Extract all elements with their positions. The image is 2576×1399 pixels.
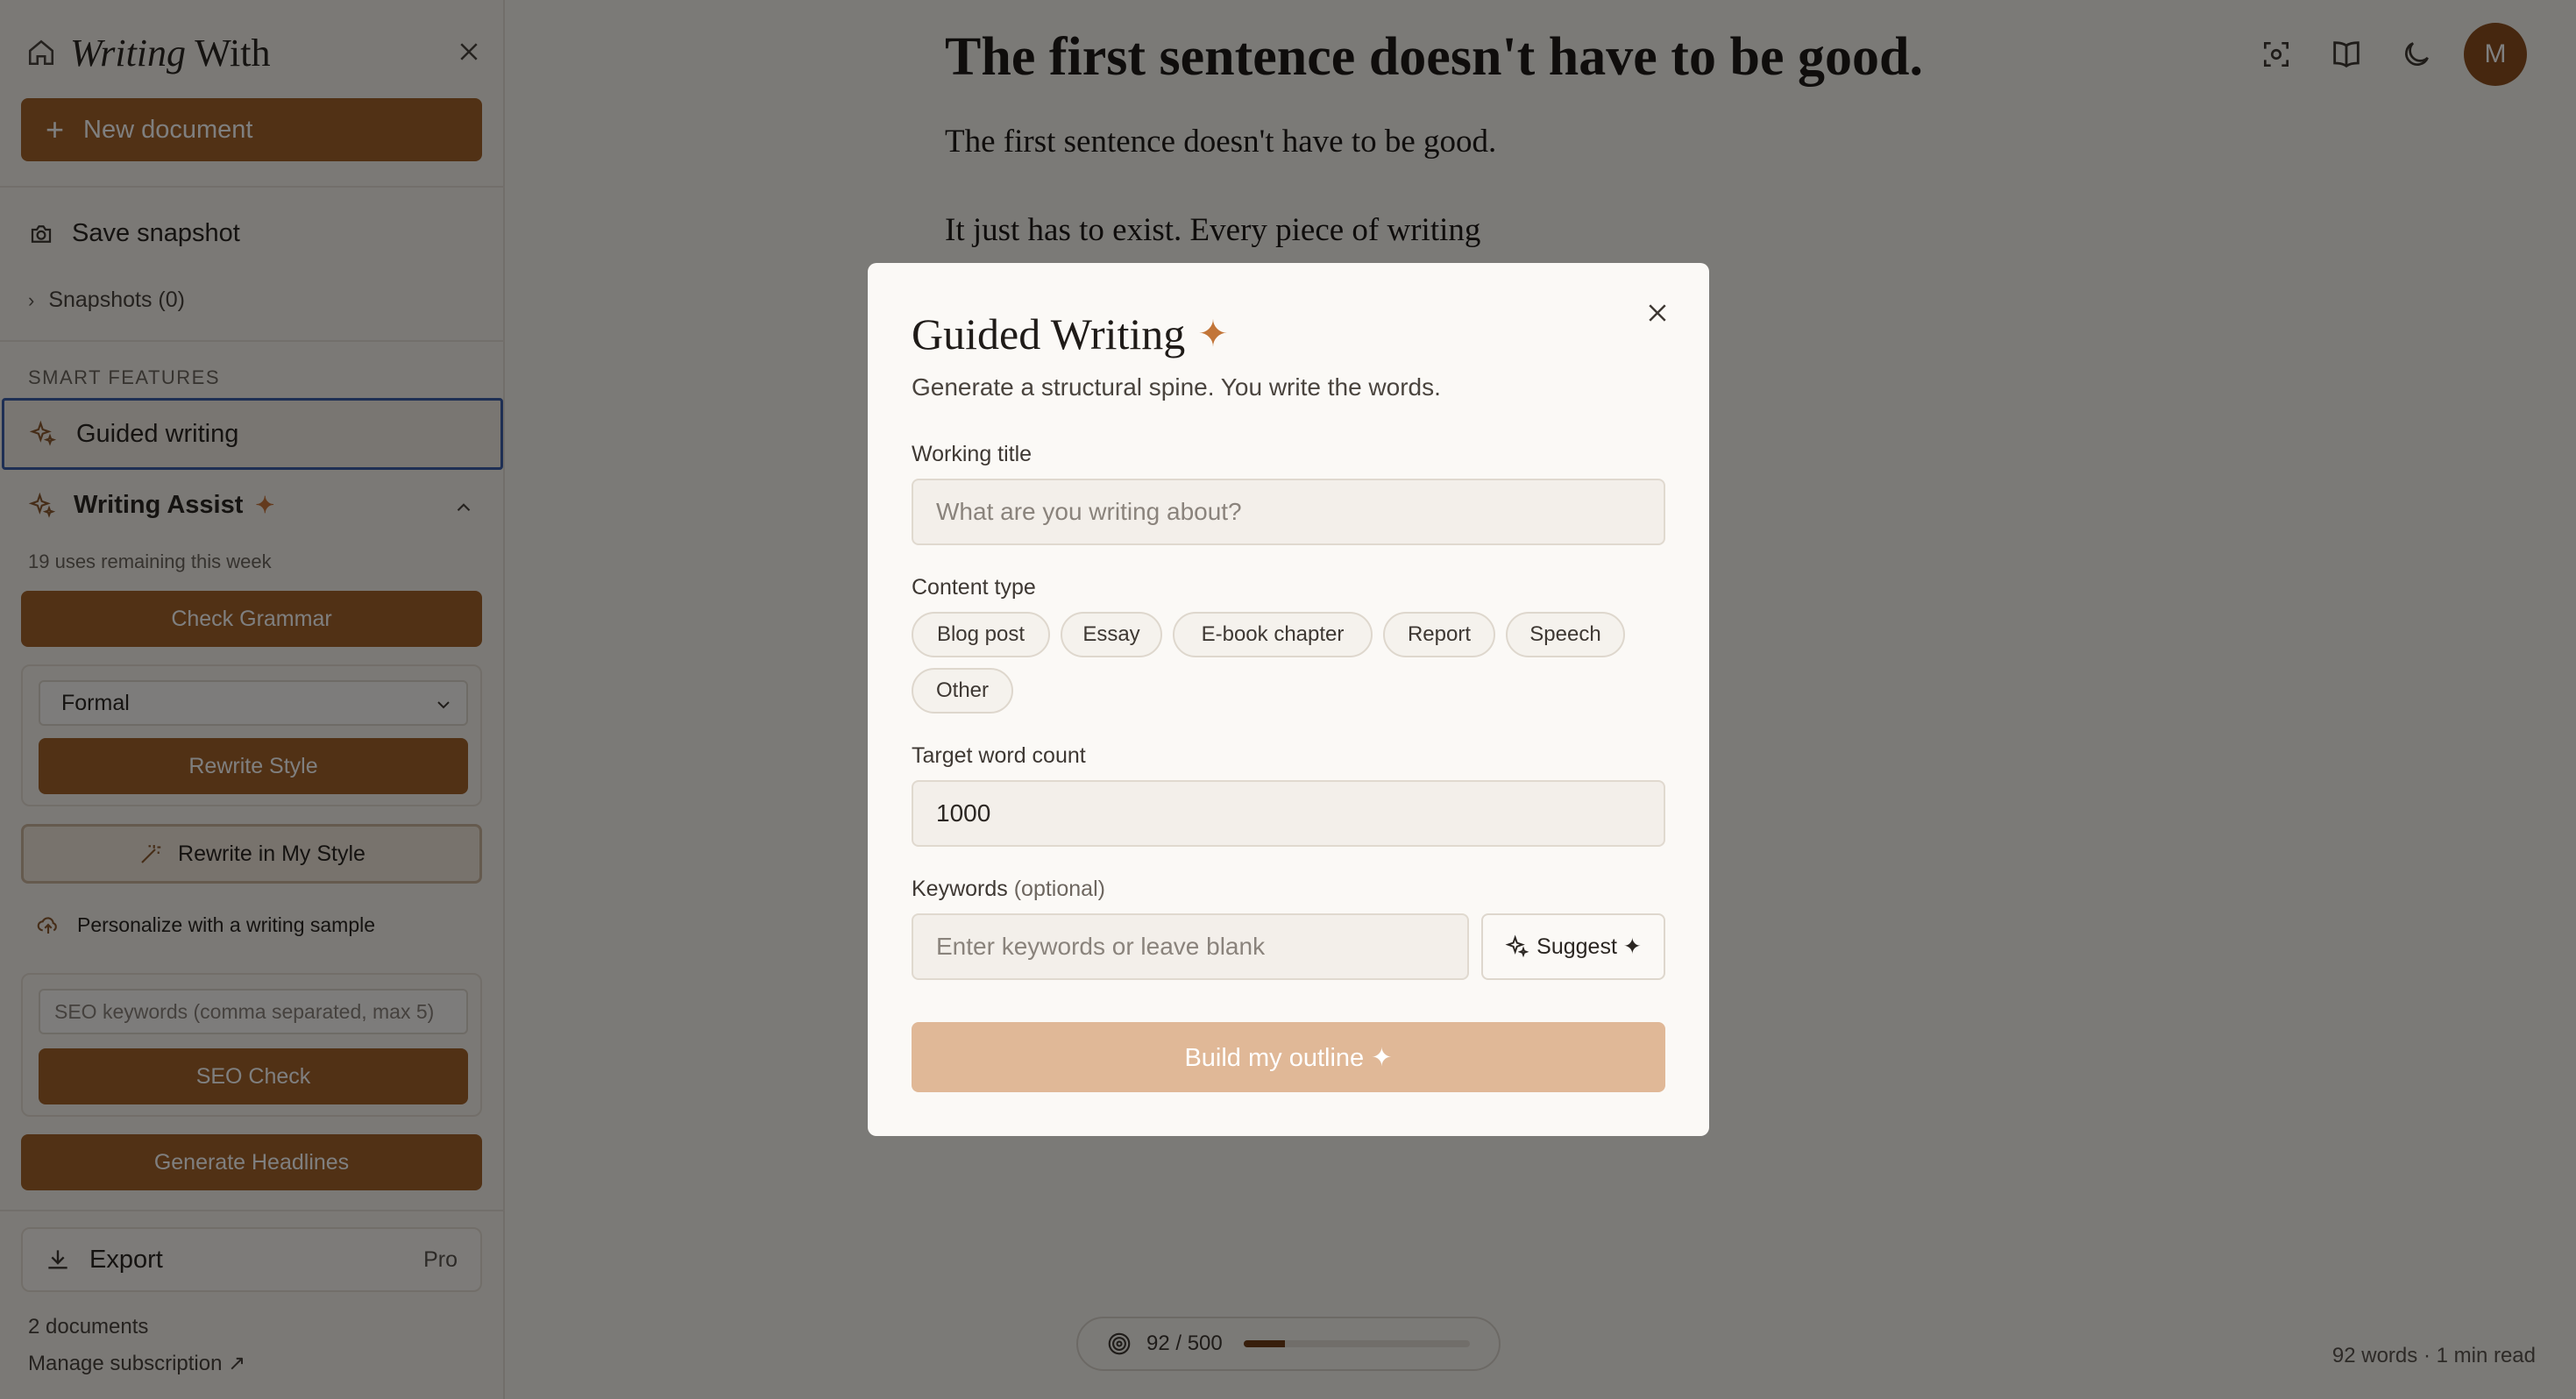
suggest-button[interactable]: Suggest ✦: [1481, 913, 1665, 980]
close-icon[interactable]: [1644, 300, 1671, 326]
sparkle-icon: ✦: [1197, 315, 1229, 355]
target-word-count-input[interactable]: 1000: [912, 780, 1665, 847]
content-type-chip[interactable]: Other: [912, 668, 1013, 714]
content-type-chip[interactable]: Essay: [1061, 612, 1162, 657]
working-title-label: Working title: [912, 442, 1033, 466]
build-outline-button[interactable]: Build my outline ✦: [912, 1022, 1665, 1092]
sparkles-icon: [1505, 934, 1529, 958]
keywords-input[interactable]: Enter keywords or leave blank: [912, 913, 1469, 980]
keywords-label: Keywords (optional): [912, 877, 1105, 901]
modal-title: Guided Writing ✦: [912, 309, 1229, 359]
guided-writing-modal: Guided Writing ✦ Generate a structural s…: [868, 263, 1709, 1136]
content-type-chip[interactable]: Speech: [1506, 612, 1625, 657]
content-type-label: Content type: [912, 575, 1036, 600]
content-type-chip[interactable]: Blog post: [912, 612, 1050, 657]
working-title-input[interactable]: What are you writing about?: [912, 479, 1665, 545]
content-type-chip[interactable]: E-book chapter: [1173, 612, 1373, 657]
target-word-count-label: Target word count: [912, 743, 1086, 768]
modal-subtitle: Generate a structural spine. You write t…: [912, 373, 1441, 401]
content-type-chip[interactable]: Report: [1383, 612, 1495, 657]
